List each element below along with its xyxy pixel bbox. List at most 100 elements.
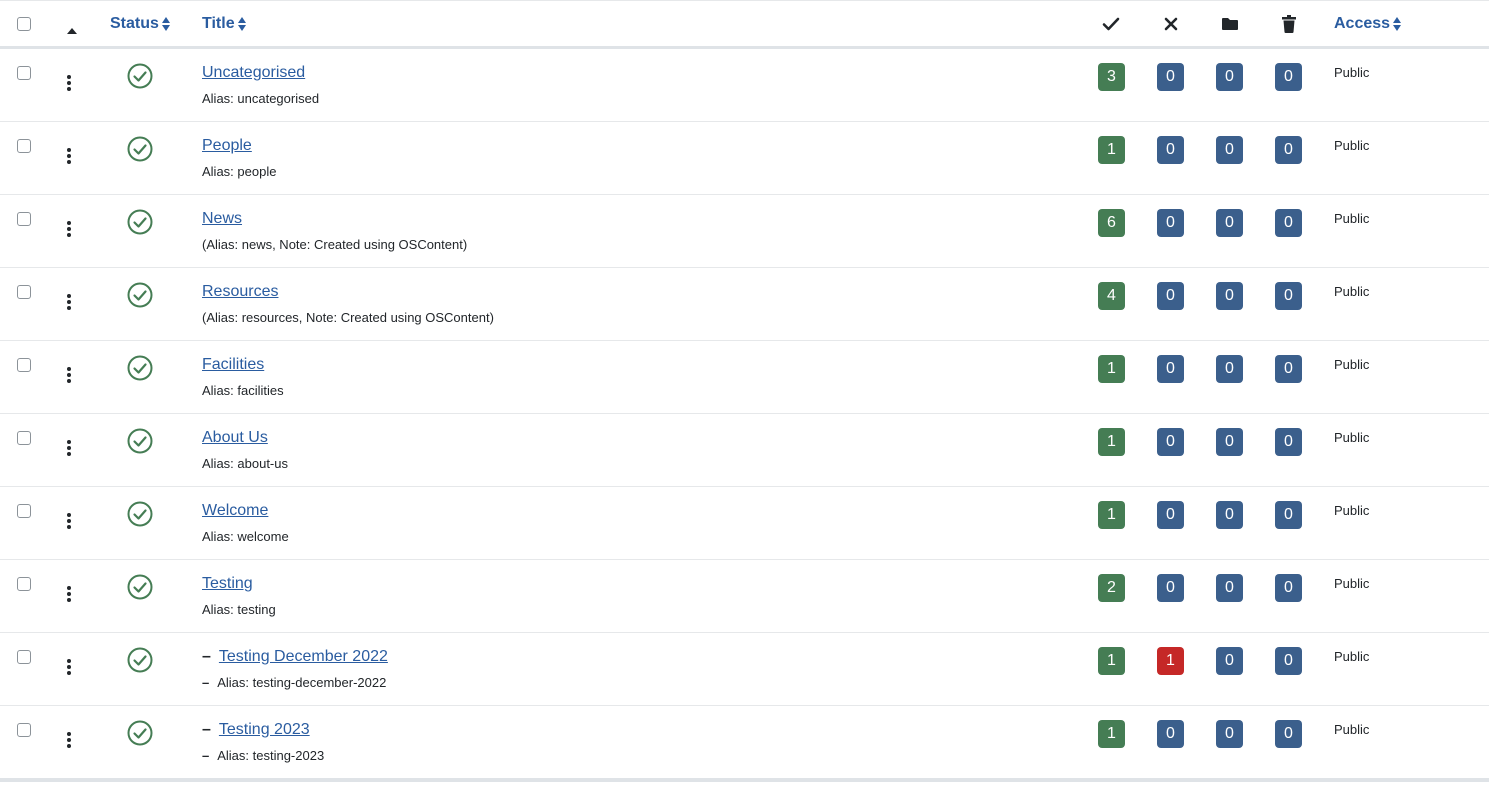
published-check-icon[interactable] <box>127 282 153 308</box>
published-check-icon[interactable] <box>127 136 153 162</box>
category-title-link[interactable]: Facilities <box>202 356 264 373</box>
published-count-badge[interactable]: 1 <box>1098 501 1125 529</box>
archived-count-badge[interactable]: 0 <box>1216 720 1243 748</box>
unpublished-count-badge[interactable]: 0 <box>1157 136 1184 164</box>
unpublished-count-badge[interactable]: 0 <box>1157 63 1184 91</box>
row-checkbox[interactable] <box>17 577 31 596</box>
published-check-icon[interactable] <box>127 720 153 746</box>
actions-menu-icon[interactable] <box>67 358 71 383</box>
table-header: Status Title Access <box>0 0 1489 49</box>
row-checkbox[interactable] <box>17 285 31 304</box>
archived-count-badge[interactable]: 0 <box>1216 574 1243 602</box>
trashed-count-badge[interactable]: 0 <box>1275 501 1302 529</box>
published-count-badge[interactable]: 1 <box>1098 355 1125 383</box>
actions-menu-icon[interactable] <box>67 285 71 310</box>
trashed-count-badge[interactable]: 0 <box>1275 647 1302 675</box>
row-checkbox[interactable] <box>17 650 31 669</box>
access-sort-link[interactable]: Access <box>1334 15 1402 33</box>
unpublished-count-badge[interactable]: 0 <box>1157 209 1184 237</box>
category-title-link[interactable]: Testing December 2022 <box>219 648 388 665</box>
published-check-icon[interactable] <box>127 501 153 527</box>
unpublished-count-badge[interactable]: 0 <box>1157 282 1184 310</box>
category-title-link[interactable]: Testing <box>202 575 253 592</box>
unpublished-count-badge[interactable]: 1 <box>1157 647 1184 675</box>
archived-count-badge[interactable]: 0 <box>1216 647 1243 675</box>
actions-menu-icon[interactable] <box>67 66 71 91</box>
row-checkbox[interactable] <box>17 431 31 450</box>
row-checkbox[interactable] <box>17 358 31 377</box>
published-count-badge[interactable]: 1 <box>1098 720 1125 748</box>
actions-menu-icon[interactable] <box>67 431 71 456</box>
access-level: Public <box>1334 649 1370 664</box>
trashed-count-badge[interactable]: 0 <box>1275 136 1302 164</box>
ordering-sort-button[interactable] <box>67 21 77 39</box>
actions-menu-icon[interactable] <box>67 212 71 237</box>
archived-count-badge[interactable]: 0 <box>1216 209 1243 237</box>
archived-count-badge[interactable]: 0 <box>1216 282 1243 310</box>
actions-menu-icon[interactable] <box>67 577 71 602</box>
published-count-badge[interactable]: 4 <box>1098 282 1125 310</box>
category-title-link[interactable]: Welcome <box>202 502 268 519</box>
row-checkbox[interactable] <box>17 723 31 742</box>
actions-menu-icon[interactable] <box>67 504 71 529</box>
archived-count-badge[interactable]: 0 <box>1216 136 1243 164</box>
published-count-badge[interactable]: 3 <box>1098 63 1125 91</box>
category-title-link[interactable]: News <box>202 210 242 227</box>
published-check-icon[interactable] <box>127 574 153 600</box>
category-title-link[interactable]: About Us <box>202 429 268 446</box>
level-dash: – <box>202 675 210 690</box>
row-checkbox[interactable] <box>17 504 31 523</box>
category-alias: Alias: about-us <box>202 456 288 471</box>
category-title-link[interactable]: Uncategorised <box>202 64 305 81</box>
unpublished-count-badge[interactable]: 0 <box>1157 501 1184 529</box>
trashed-count-badge[interactable]: 0 <box>1275 355 1302 383</box>
published-check-icon[interactable] <box>127 355 153 381</box>
row-checkbox[interactable] <box>17 66 31 85</box>
published-count-badge[interactable]: 6 <box>1098 209 1125 237</box>
title-sort-link[interactable]: Title <box>202 15 247 33</box>
unpublished-count-badge[interactable]: 0 <box>1157 574 1184 602</box>
select-all-checkbox[interactable] <box>17 17 31 36</box>
unpublished-count-badge[interactable]: 0 <box>1157 355 1184 383</box>
published-check-icon[interactable] <box>127 428 153 454</box>
actions-menu-icon[interactable] <box>67 139 71 164</box>
table-row: News (Alias: news, Note: Created using O… <box>0 195 1489 268</box>
published-check-icon[interactable] <box>127 63 153 89</box>
row-checkbox[interactable] <box>17 212 31 231</box>
category-title-link[interactable]: People <box>202 137 252 154</box>
trashed-count-badge[interactable]: 0 <box>1275 720 1302 748</box>
archived-count-badge[interactable]: 0 <box>1216 355 1243 383</box>
published-count-badge[interactable]: 2 <box>1098 574 1125 602</box>
published-check-icon[interactable] <box>127 647 153 673</box>
published-count-badge[interactable]: 1 <box>1098 428 1125 456</box>
category-title-link[interactable]: Resources <box>202 283 278 300</box>
trashed-count-badge[interactable]: 0 <box>1275 574 1302 602</box>
published-check-icon[interactable] <box>127 209 153 235</box>
actions-menu-icon[interactable] <box>67 723 71 748</box>
category-alias: (Alias: resources, Note: Created using O… <box>202 310 494 325</box>
trashed-count-badge[interactable]: 0 <box>1275 282 1302 310</box>
level-dash: – <box>202 721 211 738</box>
check-icon[interactable] <box>1102 15 1120 33</box>
category-alias: Alias: welcome <box>202 529 289 544</box>
trashed-count-badge[interactable]: 0 <box>1275 428 1302 456</box>
row-checkbox[interactable] <box>17 139 31 158</box>
unpublished-count-badge[interactable]: 0 <box>1157 428 1184 456</box>
status-sort-link[interactable]: Status <box>110 15 171 33</box>
access-level: Public <box>1334 138 1370 153</box>
published-count-badge[interactable]: 1 <box>1098 647 1125 675</box>
category-title-link[interactable]: Testing 2023 <box>219 721 310 738</box>
trashed-count-badge[interactable]: 0 <box>1275 63 1302 91</box>
archived-count-badge[interactable]: 0 <box>1216 501 1243 529</box>
archived-count-badge[interactable]: 0 <box>1216 63 1243 91</box>
trashed-count-badge[interactable]: 0 <box>1275 209 1302 237</box>
times-icon[interactable] <box>1163 16 1179 32</box>
trash-icon[interactable] <box>1282 15 1296 33</box>
unpublished-count-badge[interactable]: 0 <box>1157 720 1184 748</box>
title-cell: Welcome Alias: welcome <box>202 502 289 544</box>
access-header-label: Access <box>1334 15 1391 32</box>
published-count-badge[interactable]: 1 <box>1098 136 1125 164</box>
archived-count-badge[interactable]: 0 <box>1216 428 1243 456</box>
folder-icon[interactable] <box>1221 17 1239 31</box>
actions-menu-icon[interactable] <box>67 650 71 675</box>
